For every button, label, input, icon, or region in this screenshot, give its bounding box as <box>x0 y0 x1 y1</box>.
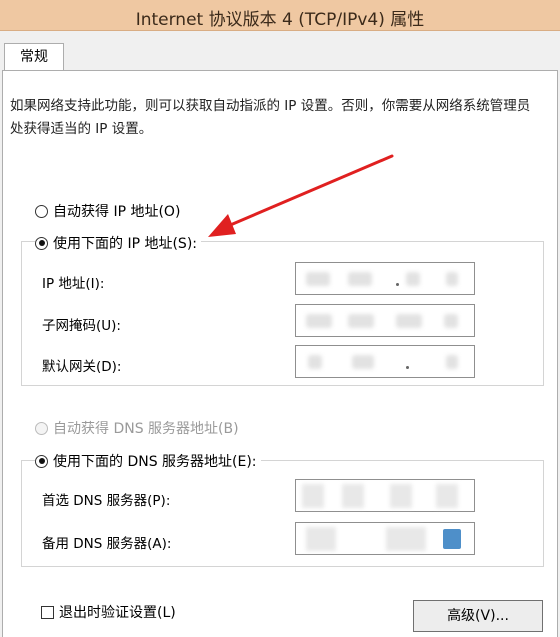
ip-auto-option[interactable]: 自动获得 IP 地址(O) <box>35 201 180 221</box>
subnet-mask-label: 子网掩码(U): <box>42 318 121 334</box>
dns-manual-label: 使用下面的 DNS 服务器地址(E): <box>53 454 257 470</box>
dns-manual-radio[interactable] <box>35 454 48 468</box>
description-text: 如果网络支持此功能，则可以获取自动指派的 IP 设置。否则，你需要从网络系统管理… <box>10 98 531 137</box>
ip-manual-radio[interactable] <box>35 236 48 250</box>
tab-general[interactable]: 常规 <box>4 43 64 71</box>
ip-auto-radio[interactable] <box>35 204 48 218</box>
general-panel: 如果网络支持此功能，则可以获取自动指派的 IP 设置。否则，你需要从网络系统管理… <box>2 70 558 637</box>
gateway-field[interactable] <box>295 345 475 378</box>
ip-address-label: IP 地址(I): <box>42 276 105 292</box>
tab-strip: 常规 <box>0 31 560 71</box>
window-title: Internet 协议版本 4 (TCP/IPv4) 属性 <box>135 10 425 30</box>
validate-option[interactable]: 退出时验证设置(L) <box>41 602 176 622</box>
preferred-dns-field[interactable] <box>295 479 475 512</box>
dns-manual-option[interactable]: 使用下面的 DNS 服务器地址(E): <box>35 451 261 471</box>
input-tool-icon <box>443 529 461 549</box>
ip-manual-label: 使用下面的 IP 地址(S): <box>53 236 197 252</box>
alternate-dns-field[interactable] <box>295 522 475 555</box>
ip-manual-option[interactable]: 使用下面的 IP 地址(S): <box>35 233 201 253</box>
preferred-dns-label: 首选 DNS 服务器(P): <box>42 493 171 509</box>
subnet-mask-field[interactable] <box>295 304 475 337</box>
title-bar: Internet 协议版本 4 (TCP/IPv4) 属性 <box>0 0 560 31</box>
ip-address-field[interactable] <box>295 262 475 295</box>
dns-auto-option[interactable]: 自动获得 DNS 服务器地址(B) <box>35 418 239 438</box>
gateway-label: 默认网关(D): <box>42 359 122 375</box>
ip-auto-label: 自动获得 IP 地址(O) <box>53 204 181 220</box>
dns-auto-radio[interactable] <box>35 421 48 435</box>
validate-checkbox[interactable] <box>41 605 54 619</box>
validate-label: 退出时验证设置(L) <box>59 605 176 621</box>
dns-auto-label: 自动获得 DNS 服务器地址(B) <box>53 421 239 437</box>
advanced-button[interactable]: 高级(V)... <box>413 600 543 632</box>
alternate-dns-label: 备用 DNS 服务器(A): <box>42 536 172 552</box>
